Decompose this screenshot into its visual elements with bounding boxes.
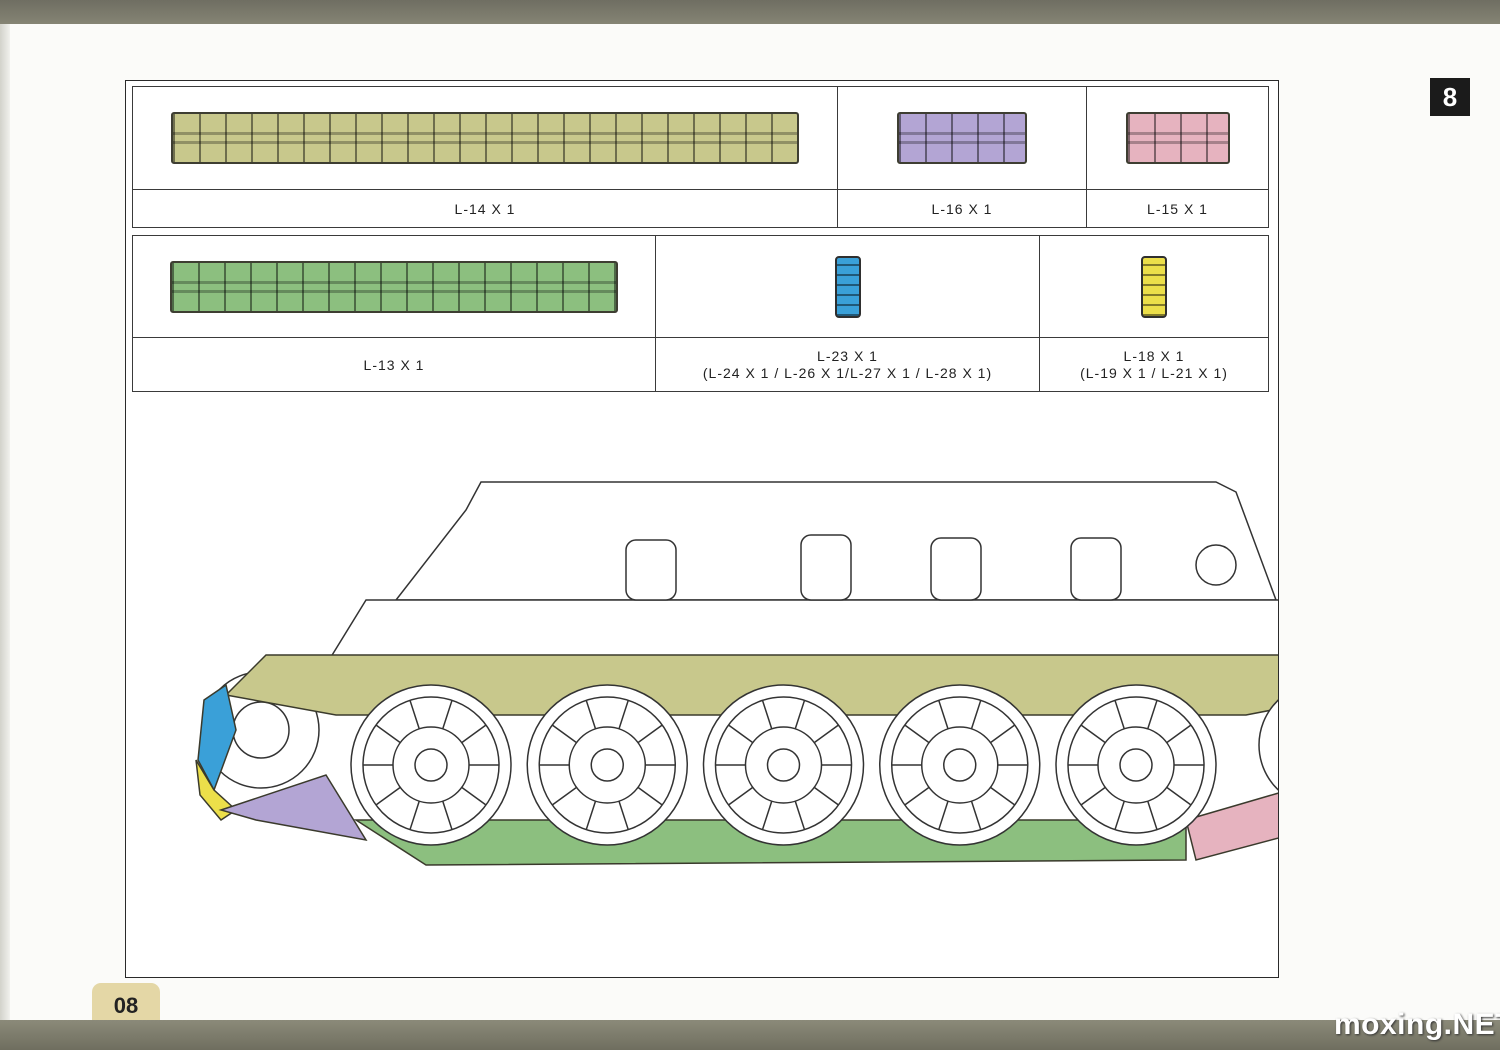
road-wheel [526, 684, 688, 846]
part-cell-l18 [1039, 235, 1269, 338]
road-wheel [1055, 684, 1217, 846]
part-label-l15: L-15 X 1 [1086, 189, 1269, 228]
track-segment-l16 [897, 112, 1027, 164]
step-number-badge: 8 [1430, 78, 1470, 116]
part-cell-l14 [132, 86, 838, 190]
part-label-l13: L-13 X 1 [132, 337, 656, 392]
road-wheel [350, 684, 512, 846]
part-sublabel-l18: (L-19 X 1 / L-21 X 1) [1080, 364, 1228, 381]
parts-table-row1: L-14 X 1 L-16 X 1 L-15 X 1 [132, 86, 1269, 228]
part-cell-l16 [837, 86, 1087, 190]
road-wheel-layer [350, 684, 1217, 846]
tank-track-illustration [195, 481, 1278, 866]
track-segment-l14 [171, 112, 799, 164]
top-border-band [0, 0, 1500, 24]
track-segment-l13 [170, 260, 618, 313]
part-cell-l15 [1086, 86, 1269, 190]
road-wheel [879, 684, 1041, 846]
part-sublabel-l23: (L-24 X 1 / L-26 X 1/L-27 X 1 / L-28 X 1… [702, 364, 993, 381]
track-segment-l15 [1125, 112, 1230, 164]
track-link-l18 [1141, 255, 1167, 318]
parts-table-row2: L-13 X 1 L-23 X 1 (L-24 X 1 / L-26 X 1/L… [132, 235, 1269, 392]
part-label-l23: L-23 X 1 (L-24 X 1 / L-26 X 1/L-27 X 1 /… [655, 337, 1040, 392]
part-cell-l13 [132, 235, 656, 338]
track-link-l23 [834, 255, 861, 318]
page-spine [0, 24, 10, 1024]
part-label-l14: L-14 X 1 [132, 189, 838, 228]
road-wheel [702, 684, 865, 846]
part-label-l16: L-16 X 1 [837, 189, 1087, 228]
part-label-l18: L-18 X 1 (L-19 X 1 / L-21 X 1) [1039, 337, 1269, 392]
part-cell-l23 [655, 235, 1040, 338]
site-watermark: moxing.NET [1334, 1008, 1500, 1041]
bottom-border-band [0, 1020, 1500, 1050]
